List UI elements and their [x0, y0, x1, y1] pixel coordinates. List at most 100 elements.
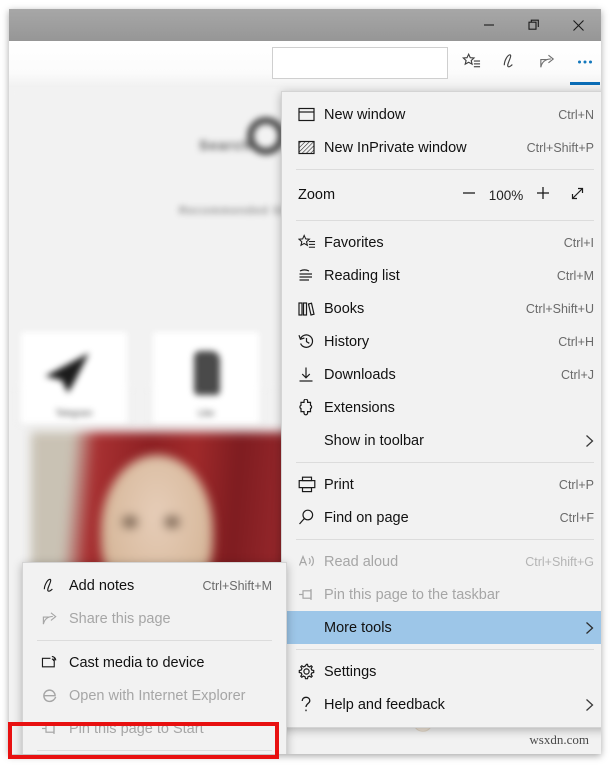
menu-item-help-and-feedback[interactable]: Help and feedback [282, 688, 601, 721]
ntp-search-glyph [247, 117, 285, 155]
menu-item-label: Favorites [324, 234, 384, 251]
books-icon [298, 301, 324, 317]
minimize-icon [483, 19, 495, 31]
menu-item-books[interactable]: Books Ctrl+Shift+U [282, 292, 601, 325]
menu-item-accelerator: Ctrl+M [556, 268, 594, 283]
zoom-in-icon [536, 186, 550, 204]
menu-item-label: Print [324, 476, 354, 493]
history-icon [298, 333, 324, 350]
submenu-item-share-this-page[interactable]: Share this page [23, 602, 286, 635]
menu-separator [296, 462, 594, 463]
menu-item-label: Extensions [324, 399, 395, 416]
face-eye-right [165, 517, 179, 527]
menu-item-find-on-page[interactable]: Find on page Ctrl+F [282, 501, 601, 534]
menu-item-settings[interactable]: Settings [282, 655, 601, 688]
share-toolbar-button[interactable] [528, 45, 566, 83]
zoom-label: Zoom [298, 187, 336, 203]
pin-icon [41, 721, 69, 736]
menu-item-zoom: Zoom 100% [282, 175, 601, 215]
menu-item-label: Settings [324, 663, 377, 680]
submenu-separator [37, 640, 272, 641]
menu-separator [296, 539, 594, 540]
menu-item-accelerator: Ctrl+Shift+P [526, 140, 594, 155]
zoom-out-button[interactable] [452, 180, 486, 210]
menu-item-label: Pin this page to the taskbar [324, 586, 500, 603]
share-icon [41, 610, 69, 627]
close-button[interactable] [556, 9, 601, 41]
zoom-in-button[interactable] [526, 180, 560, 210]
more-tools-submenu: Add notes Ctrl+Shift+M Share this page C… [22, 562, 287, 754]
favorites-icon [298, 234, 324, 251]
browser-toolbar [9, 41, 601, 87]
share-icon [538, 52, 557, 76]
notes-icon [500, 52, 519, 76]
address-bar-input[interactable] [272, 47, 448, 79]
tile-label: Telegram [55, 408, 93, 418]
settings-more-icon [575, 52, 595, 77]
submenu-item-open-with-internet-explorer[interactable]: Open with Internet Explorer [23, 679, 286, 712]
menu-item-accelerator: Ctrl+I [563, 235, 594, 250]
fullscreen-icon [570, 186, 585, 205]
menu-item-new-window[interactable]: New window Ctrl+N [282, 98, 601, 131]
submenu-item-label: Share this page [69, 610, 171, 627]
menu-item-extensions[interactable]: Extensions [282, 391, 601, 424]
downloads-icon [298, 366, 324, 383]
extensions-icon [298, 399, 324, 416]
ntp-tile[interactable]: Telegram [19, 330, 129, 425]
submenu-item-cast-media-to-device[interactable]: Cast media to device [23, 646, 286, 679]
read-aloud-icon [298, 554, 324, 569]
settings-and-more-button[interactable] [566, 45, 601, 85]
menu-item-more-tools[interactable]: More tools [282, 611, 601, 644]
minimize-button[interactable] [466, 9, 511, 41]
submenu-item-label: Open with Internet Explorer [69, 687, 246, 704]
browser-window: Search Recommended Sites Telegram Like p… [9, 9, 601, 754]
fullscreen-button[interactable] [560, 180, 594, 210]
new-window-icon [298, 107, 324, 122]
menu-item-label: Downloads [324, 366, 396, 383]
menu-item-show-in-toolbar[interactable]: Show in toolbar [282, 424, 601, 457]
settings-and-more-menu: New window Ctrl+N New InPrivate window C… [281, 91, 601, 728]
menu-item-new-inprivate-window[interactable]: New InPrivate window Ctrl+Shift+P [282, 131, 601, 164]
source-site-text: wsxdn.com [529, 732, 589, 747]
chevron-right-icon [585, 698, 594, 712]
menu-item-read-aloud[interactable]: Read aloud Ctrl+Shift+G [282, 545, 601, 578]
menu-item-label: Find on page [324, 509, 409, 526]
submenu-item-pin-this-page-to-start[interactable]: Pin this page to Start [23, 712, 286, 745]
menu-item-print[interactable]: Print Ctrl+P [282, 468, 601, 501]
window-controls [466, 9, 601, 41]
menu-item-favorites[interactable]: Favorites Ctrl+I [282, 226, 601, 259]
favorites-toolbar-button[interactable] [452, 45, 490, 83]
ntp-tile[interactable]: Like [151, 330, 261, 425]
restore-button[interactable] [511, 9, 556, 41]
menu-item-label: Help and feedback [324, 696, 445, 713]
web-note-toolbar-button[interactable] [490, 45, 528, 83]
tile-thumbnail [45, 353, 89, 393]
submenu-item-add-notes[interactable]: Add notes Ctrl+Shift+M [23, 569, 286, 602]
face-eye-left [123, 517, 137, 527]
menu-item-label: Books [324, 300, 365, 317]
menu-item-label: More tools [324, 619, 392, 636]
menu-item-label: Reading list [324, 267, 400, 284]
menu-item-history[interactable]: History Ctrl+H [282, 325, 601, 358]
inprivate-window-icon [298, 140, 324, 155]
menu-item-accelerator: Ctrl+P [558, 477, 594, 492]
settings-gear-icon [298, 663, 324, 680]
favorites-icon [461, 52, 481, 76]
toolbar-icon-group [452, 45, 601, 85]
menu-item-downloads[interactable]: Downloads Ctrl+J [282, 358, 601, 391]
submenu-item-accelerator: Ctrl+Shift+M [202, 578, 272, 593]
ntp-search-word: Search [199, 137, 252, 153]
menu-separator [296, 649, 594, 650]
reading-list-icon [298, 268, 324, 284]
menu-item-reading-list[interactable]: Reading list Ctrl+M [282, 259, 601, 292]
submenu-item-label: Cast media to device [69, 654, 205, 671]
menu-item-label: New InPrivate window [324, 139, 467, 156]
tile-thumbnail [194, 351, 220, 395]
chevron-right-icon [585, 434, 594, 448]
menu-item-accelerator: Ctrl+J [561, 367, 594, 382]
internet-explorer-icon [41, 687, 69, 704]
title-bar [9, 9, 601, 41]
notes-icon [41, 577, 69, 594]
menu-item-pin-to-taskbar[interactable]: Pin this page to the taskbar [282, 578, 601, 611]
menu-item-accelerator: Ctrl+Shift+G [525, 554, 594, 569]
